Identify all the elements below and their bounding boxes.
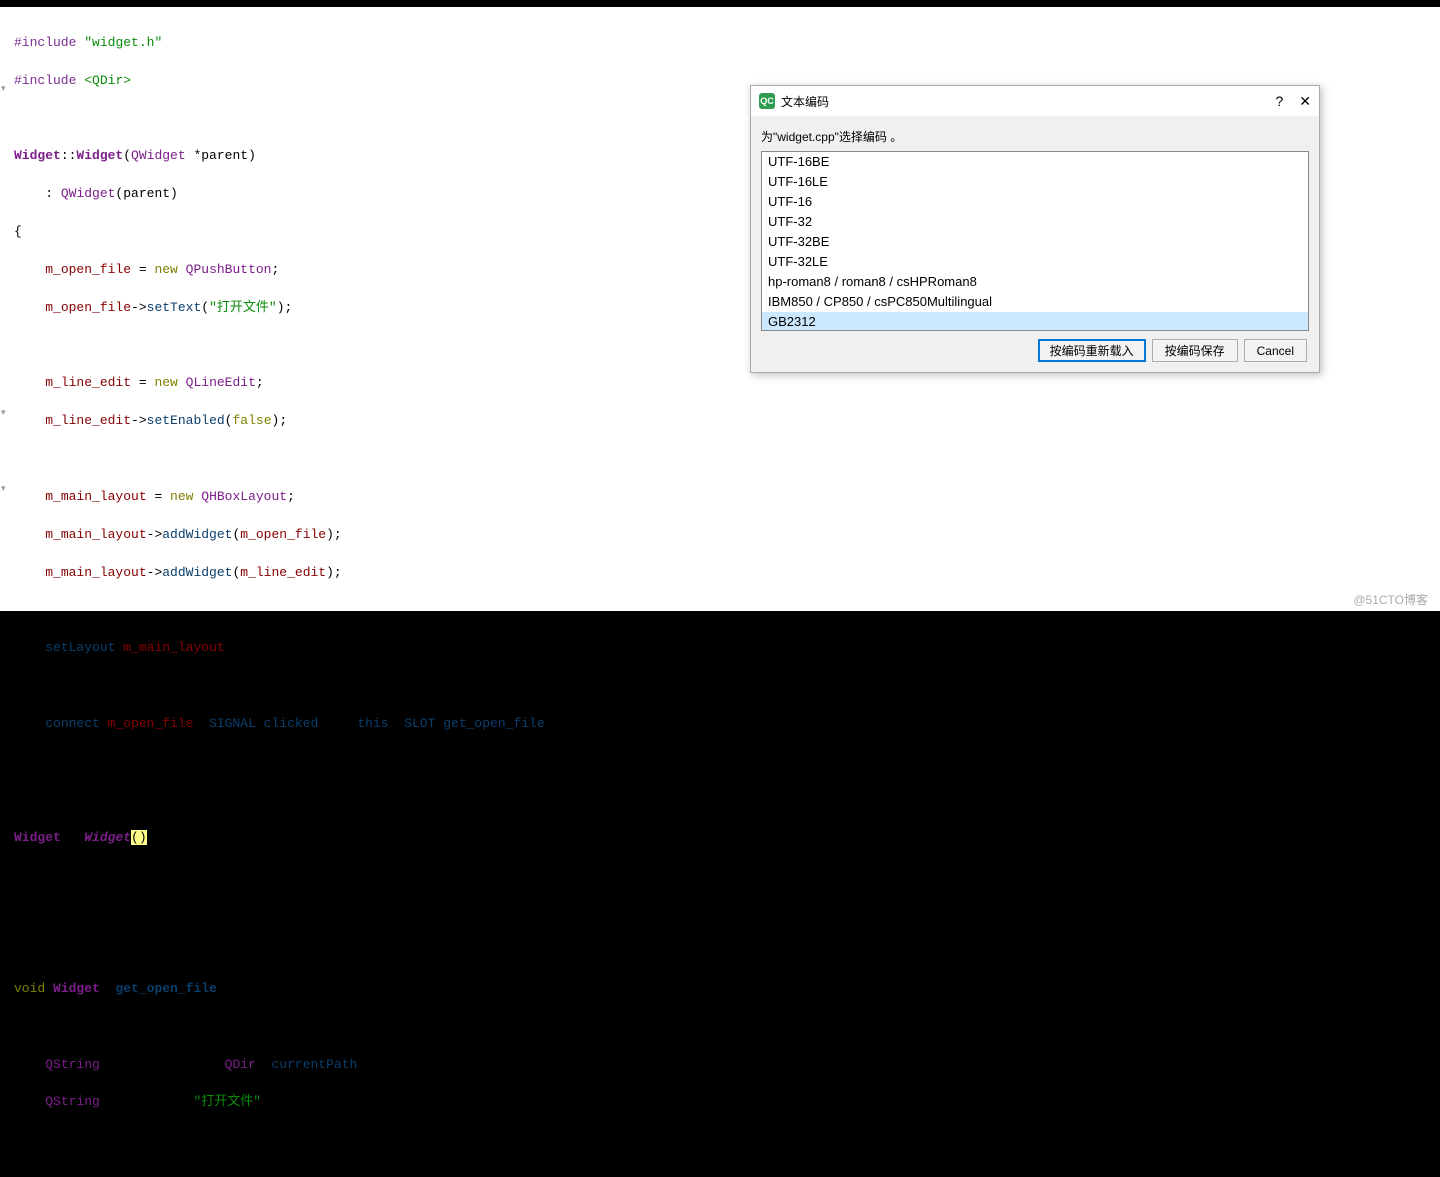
dialog-prompt: 为"widget.cpp"选择编码 。: [761, 128, 1309, 145]
encoding-dialog: QC 文本编码 ? ✕ 为"widget.cpp"选择编码 。 UTF-16BE…: [750, 85, 1320, 373]
save-with-encoding-button[interactable]: 按编码保存: [1152, 339, 1238, 362]
encoding-option[interactable]: UTF-16LE: [762, 172, 1308, 192]
fold-marker-icon[interactable]: ▾: [1, 85, 6, 94]
ctor-name: Widget: [76, 148, 123, 163]
encoding-list[interactable]: UTF-16BEUTF-16LEUTF-16UTF-32UTF-32BEUTF-…: [761, 151, 1309, 331]
encoding-option[interactable]: IBM850 / CP850 / csPC850Multilingual: [762, 292, 1308, 312]
fold-marker-icon[interactable]: ▾: [1, 409, 6, 418]
class-name: Widget: [14, 148, 61, 163]
preprocessor: #include: [14, 35, 76, 50]
dialog-title: 文本编码: [781, 93, 1275, 110]
encoding-option[interactable]: UTF-16: [762, 192, 1308, 212]
encoding-option[interactable]: UTF-32LE: [762, 252, 1308, 272]
fold-marker-icon[interactable]: ▾: [1, 485, 6, 494]
encoding-option[interactable]: UTF-32: [762, 212, 1308, 232]
gutter: ▾ ▾ ▾: [0, 7, 10, 1177]
encoding-option[interactable]: hp-roman8 / roman8 / csHPRoman8: [762, 272, 1308, 292]
encoding-option[interactable]: GB2312: [762, 312, 1308, 331]
encoding-option[interactable]: UTF-16BE: [762, 152, 1308, 172]
preprocessor: #include: [14, 73, 76, 88]
close-icon[interactable]: ✕: [1299, 93, 1311, 110]
include-path: "widget.h": [84, 35, 162, 50]
dialog-actions: 按编码重新载入 按编码保存 Cancel: [761, 331, 1309, 362]
encoding-option[interactable]: UTF-32BE: [762, 232, 1308, 252]
help-button[interactable]: ?: [1275, 93, 1283, 109]
include-path: <QDir>: [84, 73, 131, 88]
watermark: @51CTO博客: [1353, 591, 1428, 608]
cancel-button[interactable]: Cancel: [1244, 339, 1307, 362]
qt-creator-icon: QC: [759, 93, 775, 109]
reload-with-encoding-button[interactable]: 按编码重新载入: [1038, 339, 1146, 362]
dialog-titlebar[interactable]: QC 文本编码 ? ✕: [751, 86, 1319, 116]
